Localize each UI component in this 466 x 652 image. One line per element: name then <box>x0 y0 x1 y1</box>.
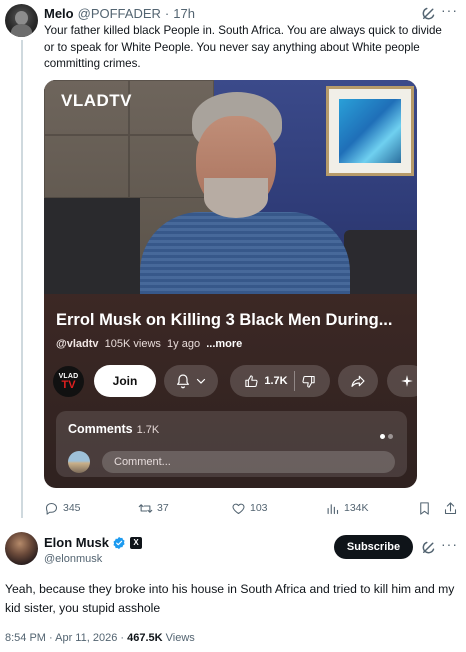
verified-icon <box>113 536 125 549</box>
views-count: 134K <box>344 502 369 514</box>
repost-count: 37 <box>157 502 169 514</box>
author-handle[interactable]: @elonmusk <box>44 553 102 565</box>
carousel-dots <box>377 426 393 444</box>
wall-painting <box>326 86 414 176</box>
reply-button[interactable]: 345 <box>44 498 81 518</box>
bookmark-icon <box>420 501 429 515</box>
views-label: Views <box>165 632 195 644</box>
channel-avatar-line2: TV <box>61 378 76 391</box>
divider <box>293 371 295 391</box>
like-count: 1.7K <box>264 375 288 387</box>
author-handle[interactable]: @POFFADER <box>78 6 161 21</box>
more-link[interactable]: ...more <box>206 338 242 350</box>
chair-shape <box>344 230 417 294</box>
notifications-button[interactable] <box>164 365 218 397</box>
author-name-row: Elon Musk X <box>44 535 143 550</box>
repost-button[interactable]: 37 <box>138 498 169 518</box>
comments-label: Comments <box>68 422 133 436</box>
like-icon <box>232 503 245 514</box>
views-button[interactable]: 134K <box>325 498 369 518</box>
views-icon <box>327 503 339 514</box>
timestamp[interactable]: 8:54 PM · Apr 11, 2026 · <box>5 632 127 644</box>
channel-watermark: VLADTV <box>61 91 132 110</box>
timestamp[interactable]: 17h <box>173 6 195 21</box>
comments-count: 1.7K <box>136 424 160 436</box>
video-meta: @vladtv 105K views 1y ago ...more <box>56 338 242 350</box>
like-count: 103 <box>250 502 268 514</box>
grok-icon[interactable] <box>420 538 438 556</box>
comments-header: Comments 1.7K <box>68 422 159 436</box>
view-count: 105K views <box>104 338 161 350</box>
channel-handle[interactable]: @vladtv <box>56 338 99 350</box>
share-button[interactable] <box>443 498 458 518</box>
tv-shape <box>44 198 140 294</box>
wall-tile <box>44 135 129 198</box>
reply-icon <box>45 502 58 515</box>
person-beard <box>204 178 268 218</box>
commenter-avatar <box>68 451 90 473</box>
like-dislike-group[interactable]: 1.7K <box>230 365 330 397</box>
bell-icon <box>177 374 189 389</box>
reply-header: Melo @POFFADER · 17h <box>44 5 195 21</box>
repost-icon <box>138 503 153 513</box>
tweet-meta: 8:54 PM · Apr 11, 2026 · 467.5K Views <box>5 632 195 644</box>
affiliate-badge[interactable]: X <box>130 536 143 549</box>
join-button[interactable]: Join <box>94 365 156 397</box>
chevron-down-icon <box>196 378 206 384</box>
thumb-down-icon[interactable] <box>301 374 316 389</box>
sparkle-icon <box>401 375 413 387</box>
grok-icon[interactable] <box>420 4 438 22</box>
separator: · <box>164 5 170 21</box>
main-tweet[interactable]: Elon Musk X @elonmusk Subscribe ··· Yeah… <box>0 522 466 652</box>
avatar[interactable] <box>5 4 38 37</box>
comment-input[interactable]: Comment... <box>102 451 395 473</box>
like-button[interactable]: 103 <box>231 498 268 518</box>
author-name[interactable]: Elon Musk <box>44 535 109 550</box>
painting-art <box>339 99 401 163</box>
channel-avatar[interactable]: VLAD TV <box>53 366 84 397</box>
tweet-text: Yeah, because they broke into his house … <box>5 582 455 615</box>
youtube-share-icon <box>351 375 365 387</box>
reply-count: 345 <box>63 502 81 514</box>
bookmark-button[interactable] <box>417 498 432 518</box>
ask-button[interactable] <box>387 365 417 397</box>
subscribe-button[interactable]: Subscribe <box>334 535 413 559</box>
dot-inactive <box>388 434 393 439</box>
avatar-head-shape <box>15 11 28 25</box>
reply-tweet[interactable]: Melo @POFFADER · 17h ··· Your father kil… <box>0 0 466 522</box>
dot-active <box>380 434 385 439</box>
tweet-actions: 345 37 103 134K <box>44 498 460 518</box>
more-icon[interactable]: ··· <box>441 3 459 21</box>
reply-text: Your father killed black People in. Sout… <box>44 24 442 70</box>
video-share-button[interactable] <box>338 365 378 397</box>
more-icon[interactable]: ··· <box>441 537 459 555</box>
avatar[interactable] <box>5 532 38 565</box>
avatar-body-shape <box>11 24 32 37</box>
author-name[interactable]: Melo <box>44 6 74 21</box>
comments-panel[interactable]: Comments 1.7K Comment... <box>56 411 407 477</box>
youtube-embed-card[interactable]: VLADTV Errol Musk on Killing 3 Black Men… <box>44 80 417 488</box>
video-age: 1y ago <box>167 338 201 350</box>
video-thumbnail[interactable]: VLADTV <box>44 80 417 294</box>
person-shirt <box>140 212 350 294</box>
video-title[interactable]: Errol Musk on Killing 3 Black Men During… <box>56 311 392 330</box>
thumb-up-icon[interactable] <box>244 374 259 389</box>
views-count: 467.5K <box>127 632 163 644</box>
thread-line <box>21 40 23 518</box>
share-icon <box>444 501 457 514</box>
